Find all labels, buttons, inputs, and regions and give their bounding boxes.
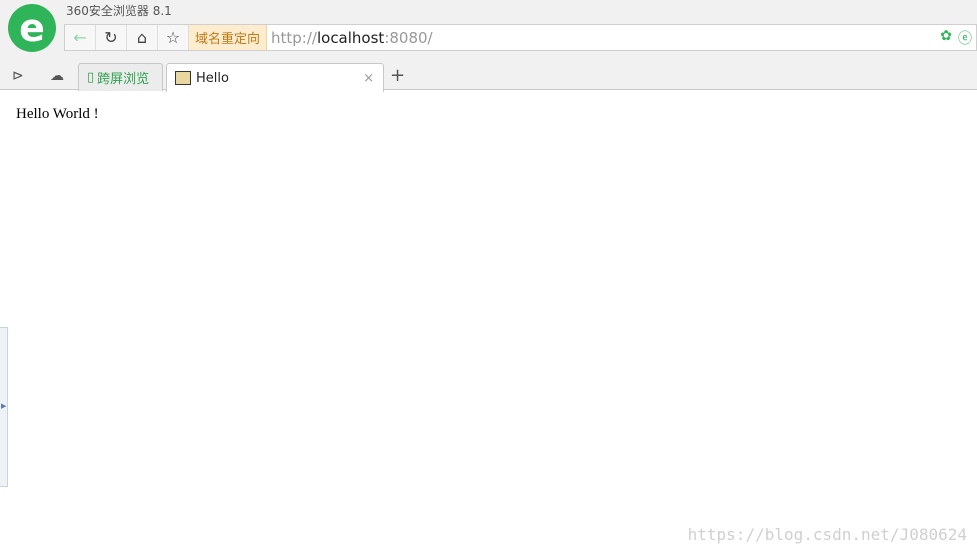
favicon-icon [175, 71, 191, 85]
window-title: 360安全浏览器 8.1 [66, 4, 172, 18]
browser-chrome: e 360安全浏览器 8.1 ← ↻ ⌂ ☆ 域名重定向 http://loca… [0, 0, 977, 92]
browser-logo: e [8, 4, 56, 52]
tab-cross-screen[interactable]: ▯ 跨屏浏览 [78, 63, 163, 91]
reload-button[interactable]: ↻ [96, 25, 127, 50]
speed-icon[interactable]: ✿ [940, 28, 952, 48]
tab-label: 跨屏浏览 [97, 72, 150, 87]
back-button[interactable]: ← [65, 25, 96, 50]
tab-label: Hello [196, 70, 229, 86]
navigation-bar: ← ↻ ⌂ ☆ 域名重定向 http://localhost:8080/ ✿ ⓔ [64, 24, 977, 51]
home-button[interactable]: ⌂ [127, 25, 158, 50]
cloud-icon[interactable]: ☁ [50, 68, 64, 84]
new-tab-button[interactable]: + [390, 65, 405, 86]
tab-hello[interactable]: Hello × [166, 63, 384, 92]
redirect-badge[interactable]: 域名重定向 [189, 25, 268, 50]
watermark: https://blog.csdn.net/J080624 [687, 525, 967, 544]
close-tab-icon[interactable]: × [363, 71, 374, 86]
tab-bar: ⊳ ☁ ▯ 跨屏浏览 Hello × + [0, 62, 977, 92]
side-panel-handle[interactable]: ▶ [0, 327, 8, 487]
url-scheme: http:// [271, 28, 317, 47]
favorite-button[interactable]: ☆ [158, 25, 189, 50]
page-text: Hello World ! [16, 106, 99, 122]
phone-icon: ▯ [87, 70, 95, 85]
url-host: localhost [316, 28, 385, 47]
address-bar[interactable]: http://localhost:8080/ [267, 29, 940, 47]
url-port: :8080/ [384, 28, 433, 47]
expand-arrow-icon: ▶ [1, 402, 7, 410]
sidebar-toggle-icon[interactable]: ⊳ [12, 68, 24, 84]
ie-mode-icon[interactable]: ⓔ [958, 28, 972, 48]
